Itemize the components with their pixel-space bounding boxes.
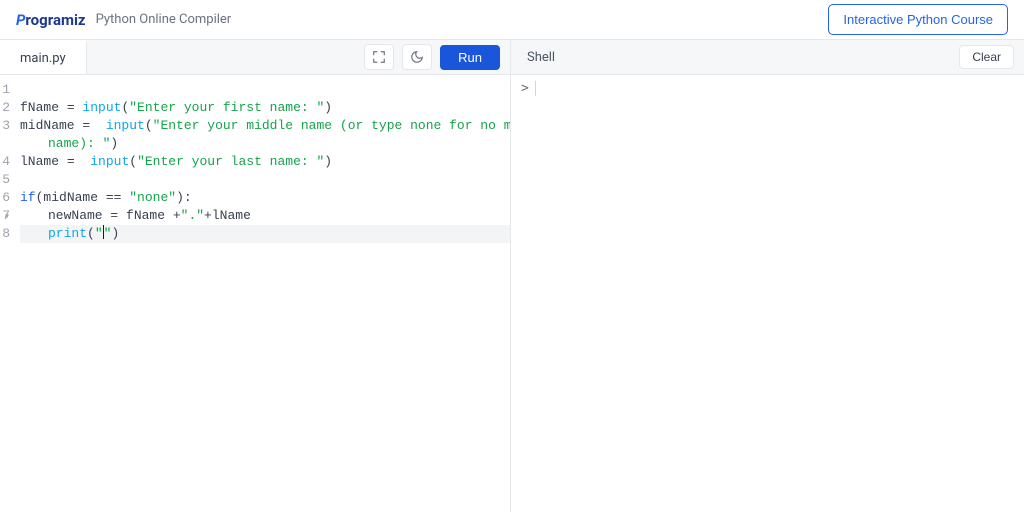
code-body[interactable]: fName = input("Enter your first name: ")… <box>18 75 510 512</box>
page-subtitle: Python Online Compiler <box>96 12 232 27</box>
code-line[interactable]: fName = input("Enter your first name: ") <box>20 99 510 117</box>
code-line[interactable]: lName = input("Enter your last name: ") <box>20 153 510 171</box>
shell-output[interactable]: > <box>511 75 1024 512</box>
tab-main-py[interactable]: main.py <box>0 40 87 74</box>
header: Programiz Python Online Compiler Interac… <box>0 0 1024 40</box>
code-line[interactable]: midName = input("Enter your middle name … <box>20 117 510 135</box>
code-editor[interactable]: 123456 ▾78 fName = input("Enter your fir… <box>0 75 510 512</box>
code-line[interactable]: newName = fName +"."+lName <box>20 207 510 225</box>
shell-pane: Shell Clear > <box>511 40 1024 512</box>
clear-button[interactable]: Clear <box>959 45 1014 69</box>
theme-toggle-icon[interactable] <box>402 44 432 70</box>
shell-prompt: > <box>521 81 536 96</box>
shell-title: Shell <box>527 50 959 65</box>
code-line[interactable] <box>20 171 510 189</box>
code-line[interactable]: name): ") <box>20 135 510 153</box>
code-line[interactable]: print("") <box>20 225 510 243</box>
run-button[interactable]: Run <box>440 45 500 70</box>
code-line[interactable] <box>20 81 510 99</box>
editor-toolbar: main.py Run <box>0 40 510 75</box>
line-gutter: 123456 ▾78 <box>0 75 18 512</box>
logo-rest: rogramiz <box>25 11 85 29</box>
code-line[interactable]: if(midName == "none"): <box>20 189 510 207</box>
interactive-course-button[interactable]: Interactive Python Course <box>828 4 1008 35</box>
editor-pane: main.py Run 123456 ▾78 fName = input("En… <box>0 40 511 512</box>
main: main.py Run 123456 ▾78 fName = input("En… <box>0 40 1024 512</box>
shell-toolbar: Shell Clear <box>511 40 1024 75</box>
header-left: Programiz Python Online Compiler <box>16 11 231 29</box>
logo[interactable]: Programiz <box>16 11 86 29</box>
fullscreen-icon[interactable] <box>364 44 394 70</box>
